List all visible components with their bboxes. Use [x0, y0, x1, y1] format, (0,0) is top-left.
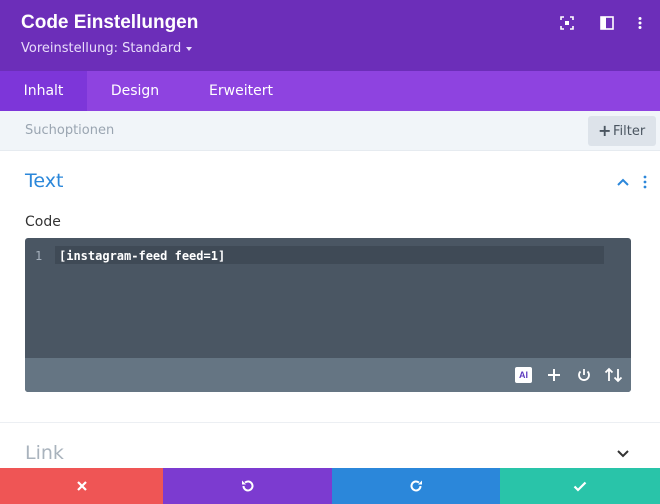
save-button[interactable] — [500, 468, 660, 504]
check-icon — [573, 481, 587, 492]
chevron-up-icon[interactable] — [616, 177, 630, 187]
preset-selector[interactable]: Voreinstellung: Standard — [21, 41, 193, 56]
chevron-down-icon[interactable] — [616, 449, 630, 459]
undo-button[interactable] — [163, 468, 332, 504]
tab-erweitert[interactable]: Erweitert — [183, 71, 299, 111]
tab-inhalt[interactable]: Inhalt — [0, 71, 87, 111]
caret-down-icon — [186, 46, 193, 51]
expand-icon[interactable] — [560, 16, 574, 30]
code-content[interactable]: [instagram-feed feed=1] — [59, 249, 225, 263]
preset-label: Voreinstellung: Standard — [21, 41, 182, 56]
section-title-link[interactable]: Link — [25, 442, 64, 464]
section-more-icon[interactable] — [640, 175, 650, 189]
modal-header: Code Einstellungen Voreinstellung: Stand… — [0, 0, 660, 71]
code-field-label: Code — [25, 214, 61, 230]
editor-toolbar: AI — [25, 358, 631, 392]
cancel-button[interactable] — [0, 468, 163, 504]
ai-icon[interactable]: AI — [515, 367, 532, 383]
search-input[interactable]: Suchoptionen — [25, 123, 114, 138]
redo-button[interactable] — [332, 468, 500, 504]
tab-design[interactable]: Design — [87, 71, 183, 111]
undo-icon — [241, 480, 253, 492]
sort-arrows-icon[interactable] — [604, 367, 624, 383]
section-title-text[interactable]: Text — [25, 170, 63, 192]
modal-title: Code Einstellungen — [21, 12, 199, 33]
close-icon — [76, 481, 87, 491]
plus-icon: + — [598, 121, 612, 140]
line-number: 1 — [35, 249, 43, 263]
add-icon[interactable] — [546, 367, 562, 383]
code-editor[interactable]: 1 [instagram-feed feed=1] AI — [25, 238, 631, 392]
sidebar-layout-icon[interactable] — [600, 16, 614, 30]
tab-bar: Inhalt Design Erweitert — [0, 71, 660, 111]
more-vertical-icon[interactable] — [633, 16, 647, 30]
filter-button[interactable]: + Filter — [588, 116, 656, 146]
filter-label: Filter — [613, 124, 646, 139]
search-bar[interactable]: Suchoptionen — [0, 111, 660, 151]
section-divider — [0, 422, 660, 423]
redo-icon — [410, 480, 422, 492]
power-icon[interactable] — [576, 367, 592, 383]
